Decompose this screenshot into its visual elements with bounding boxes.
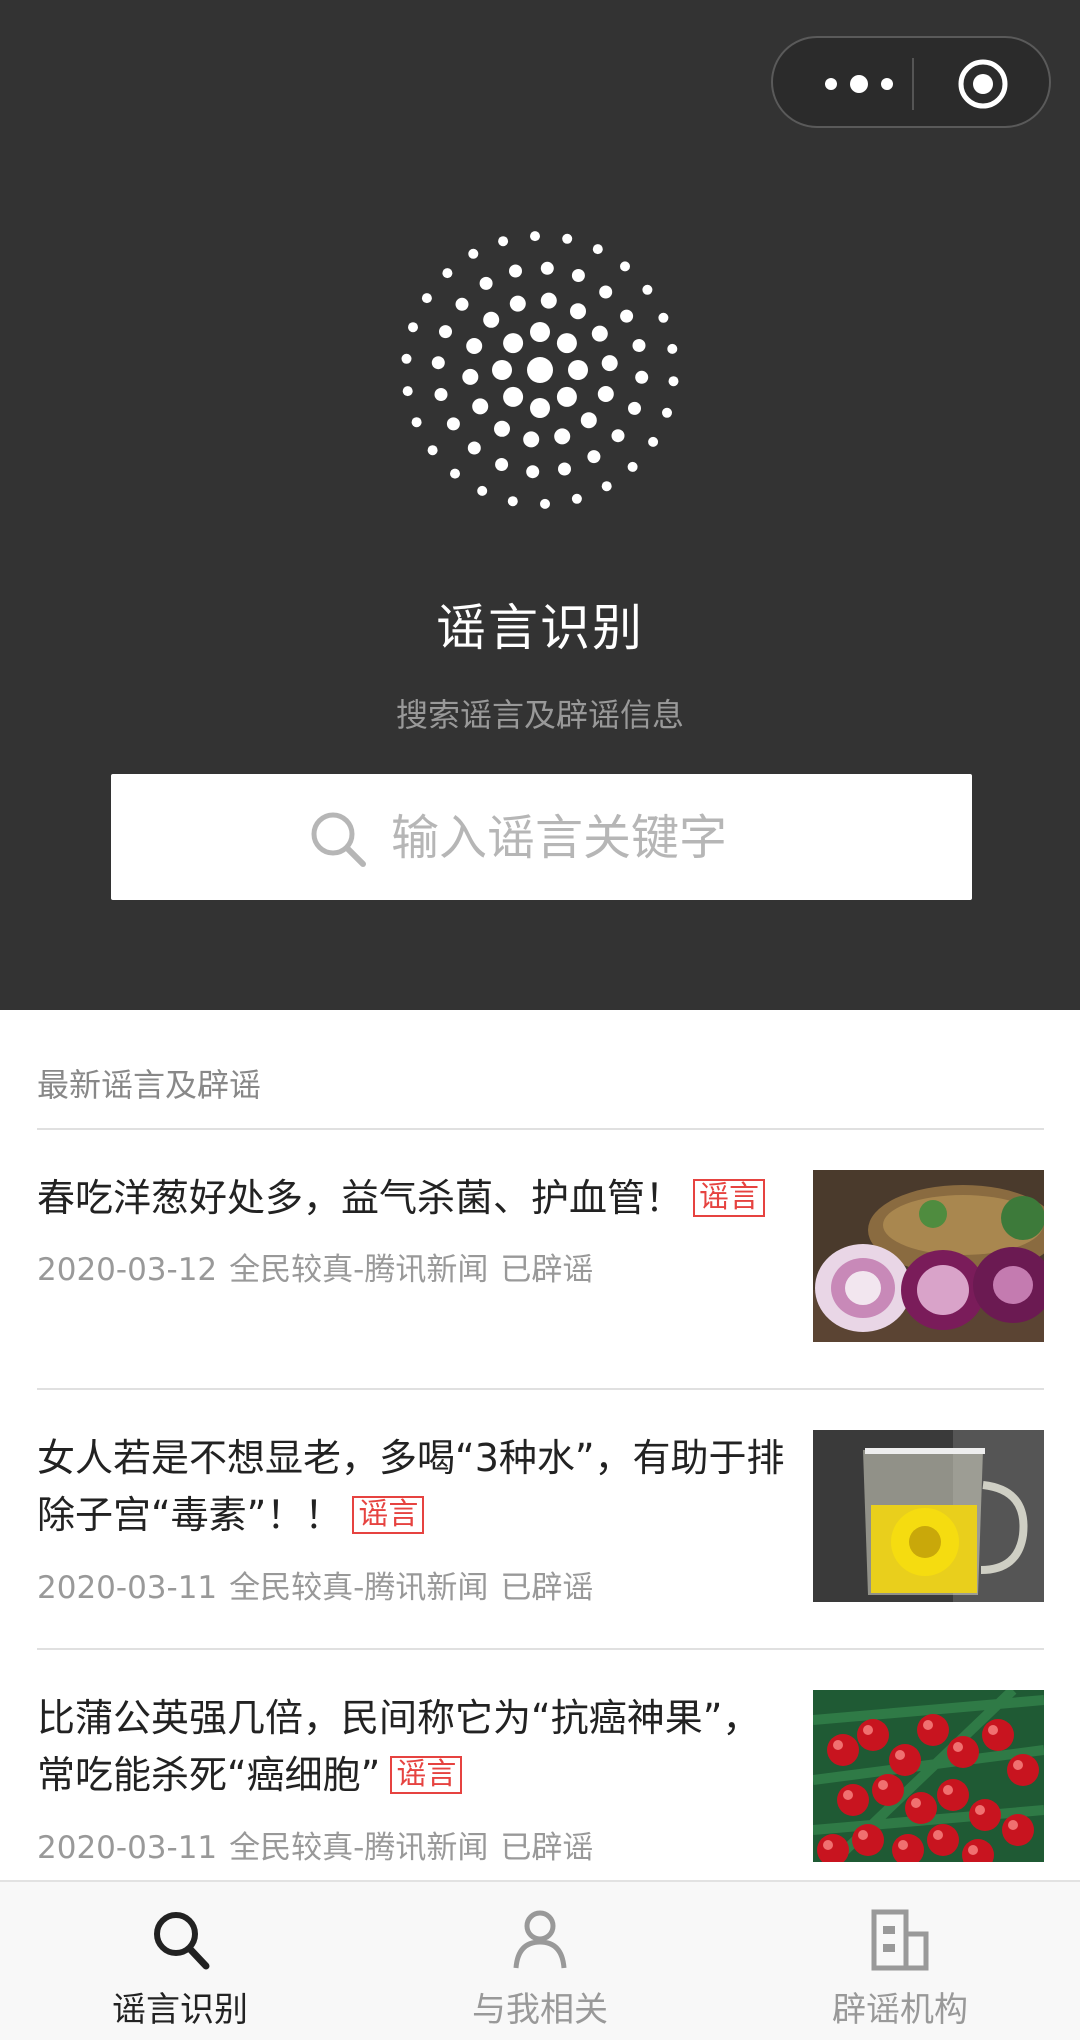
item-date: 2020-03-12 [37, 1252, 218, 1288]
user-icon [513, 1910, 567, 1969]
search-placeholder: 输入谣言关键字 [391, 810, 728, 866]
onion-thumbnail [813, 1170, 1044, 1342]
list-item[interactable]: 春吃洋葱好处多，益气杀菌、护血管！ 谣言 2020-03-12 全民较真-腾讯新闻已… [0, 1170, 1080, 1430]
item-date: 2020-03-11 [37, 1830, 218, 1866]
building-icon [871, 1909, 929, 1971]
divider [37, 1128, 1044, 1130]
rumor-tag: 谣言 [693, 1179, 766, 1217]
rumor-logo-icon [401, 231, 679, 509]
item-meta: 2020-03-11 全民较真-腾讯新闻 已辟谣 [37, 1828, 605, 1868]
mini-program-capsule [771, 36, 1051, 128]
flower-tea-thumbnail [813, 1430, 1044, 1602]
page-subtitle: 搜索谣言及辟谣信息 [395, 696, 684, 734]
page-title: 谣言识别 [436, 599, 644, 657]
item-source: 全民较真-腾讯新闻 [229, 1252, 489, 1288]
more-dots-icon[interactable] [809, 64, 909, 104]
tab-label: 辟谣机构 [832, 1990, 968, 2030]
tab-label: 与我相关 [472, 1990, 608, 2030]
tab-label: 谣言识别 [112, 1990, 248, 2030]
search-icon [311, 812, 366, 867]
tab-rumor-search[interactable]: 谣言识别 [0, 1882, 360, 2042]
item-status: 已辟谣 [500, 1830, 594, 1866]
header-panel: 谣言识别 搜索谣言及辟谣信息 输入谣言关键字 [0, 0, 1080, 1010]
item-title: 比蒲公英强几倍，民间称它为“抗癌神果”，常吃能杀死“癌细胞” 谣言 [37, 1696, 761, 1797]
tab-rumor-agencies[interactable]: 辟谣机构 [720, 1882, 1080, 2042]
item-source: 全民较真-腾讯新闻 [229, 1570, 489, 1606]
search-input[interactable]: 输入谣言关键字 [111, 774, 972, 900]
item-date: 2020-03-11 [37, 1570, 218, 1606]
item-meta: 2020-03-11 全民较真-腾讯新闻 已辟谣 [37, 1568, 605, 1608]
rumor-tag: 谣言 [390, 1756, 463, 1794]
divider [37, 1648, 1044, 1650]
item-source: 全民较真-腾讯新闻 [229, 1830, 489, 1866]
divider [37, 1388, 1044, 1390]
rumor-tag: 谣言 [352, 1496, 425, 1534]
item-status: 已辟谣 [500, 1252, 594, 1288]
tab-bar: 谣言识别 与我相关 辟谣机构 [0, 1880, 1080, 2040]
item-meta: 2020-03-12 全民较真-腾讯新闻 已辟谣 [37, 1250, 605, 1290]
target-icon[interactable] [957, 58, 1009, 110]
section-title: 最新谣言及辟谣 [37, 1066, 262, 1104]
item-title: 女人若是不想显老，多喝“3种水”，有助于排除子宫“毒素”！！ 谣言 [37, 1436, 785, 1537]
capsule-divider [912, 58, 914, 110]
item-title: 春吃洋葱好处多，益气杀菌、护血管！ 谣言 [37, 1170, 797, 1227]
item-status: 已辟谣 [500, 1570, 594, 1606]
list-item[interactable]: 女人若是不想显老，多喝“3种水”，有助于排除子宫“毒素”！！ 谣言 2020-03… [0, 1430, 1080, 1690]
red-berries-thumbnail [813, 1690, 1044, 1862]
tab-related-to-me[interactable]: 与我相关 [360, 1882, 720, 2042]
search-icon [154, 1912, 210, 1970]
